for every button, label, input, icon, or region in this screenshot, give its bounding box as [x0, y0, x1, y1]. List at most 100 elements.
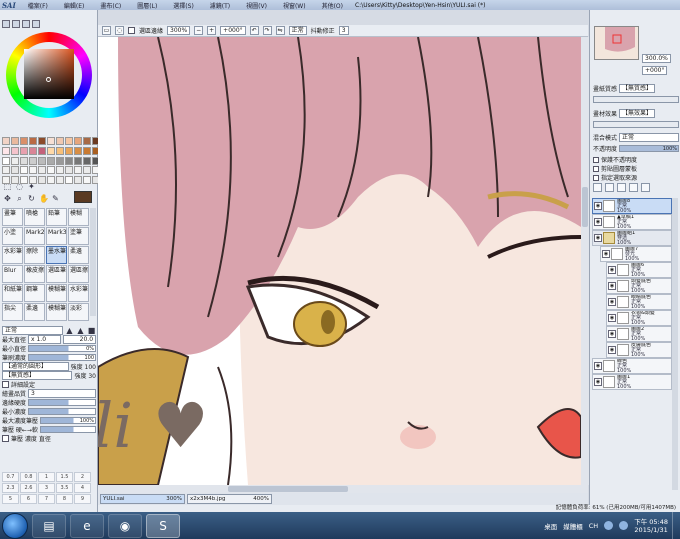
- brush-tool[interactable]: 選區筆: [46, 265, 67, 283]
- vertical-scroll-thumb[interactable]: [582, 187, 588, 227]
- brush-tool[interactable]: Blur: [2, 265, 23, 283]
- zoom-out-button[interactable]: −: [194, 26, 204, 35]
- paper-effect-slider[interactable]: [593, 121, 679, 128]
- color-swatch[interactable]: [11, 166, 19, 175]
- color-swatch[interactable]: [38, 146, 46, 155]
- visibility-eye-icon[interactable]: ◉: [594, 378, 602, 386]
- menu-item[interactable]: 畫布(C): [92, 1, 129, 10]
- brush-tool[interactable]: 塗筆: [68, 227, 89, 245]
- explorer-folder-icon[interactable]: ▤: [32, 513, 66, 538]
- brush-size-preset[interactable]: 0.7: [2, 472, 19, 482]
- layer-row[interactable]: ◉ ▲草稿1 正常 100%: [592, 214, 672, 230]
- layer-row[interactable]: ◉ 頭髮底色 正常 100%: [606, 278, 672, 294]
- brush-size-preset[interactable]: 1.5: [56, 472, 73, 482]
- tip-shape-icon-2[interactable]: ▲: [76, 326, 85, 335]
- saturation-value-box[interactable]: [24, 49, 74, 99]
- start-orb[interactable]: [2, 512, 28, 539]
- brush-size-preset[interactable]: 3.5: [56, 483, 73, 493]
- layer-row[interactable]: ◉ 圖層1 正常 100%: [592, 374, 672, 390]
- brush-scrollbar[interactable]: [90, 208, 96, 316]
- color-swatch[interactable]: [83, 146, 91, 155]
- nav-rotate-value[interactable]: +000°: [642, 66, 668, 75]
- pressure-density-checkbox[interactable]: [2, 435, 9, 442]
- brush-tool[interactable]: 模糊: [68, 208, 89, 226]
- menu-item[interactable]: 視窗(W): [275, 1, 314, 10]
- protect-alpha-checkbox[interactable]: [593, 156, 599, 163]
- brush-tool[interactable]: 模糊筆: [46, 303, 67, 321]
- color-swatch[interactable]: [38, 137, 46, 145]
- chrome-icon[interactable]: ◉: [108, 513, 142, 538]
- zoom-in-button[interactable]: +: [207, 26, 217, 35]
- layer-blend-select[interactable]: 正常: [619, 133, 679, 142]
- brush-tool[interactable]: 水彩筆: [2, 246, 23, 264]
- move-icon[interactable]: ✥: [3, 194, 12, 203]
- brush-tool[interactable]: 水彩筆: [68, 284, 89, 302]
- color-swatch[interactable]: [47, 176, 55, 185]
- brush-size-preset[interactable]: 3: [38, 483, 55, 493]
- menu-item[interactable]: 檔案(F): [20, 1, 56, 10]
- color-swatch[interactable]: [83, 156, 91, 165]
- color-swatch[interactable]: [20, 166, 28, 175]
- visibility-eye-icon[interactable]: ◉: [594, 362, 602, 370]
- color-swatch[interactable]: [74, 166, 82, 175]
- merge-down-icon[interactable]: [629, 183, 638, 192]
- brush-tool[interactable]: 小塗: [2, 227, 23, 245]
- hand-icon[interactable]: ✋: [39, 194, 49, 203]
- layer-scrollbar[interactable]: [672, 198, 678, 490]
- tip-shape-icon[interactable]: ▲: [65, 326, 74, 335]
- brush-tool[interactable]: 柔邊: [24, 303, 45, 321]
- brush-tool[interactable]: 柔邊: [68, 246, 89, 264]
- color-swatch[interactable]: [29, 166, 37, 175]
- layer-row[interactable]: ◉ 線色 正常 100%: [592, 358, 672, 374]
- color-swatch[interactable]: [20, 156, 28, 165]
- shape-strength[interactable]: 強度 100: [71, 362, 96, 371]
- document-tab[interactable]: YULI.sai 300%: [100, 494, 185, 504]
- color-swatch[interactable]: [20, 137, 28, 145]
- max-pressure-slider[interactable]: 100%: [40, 417, 96, 424]
- zoom-icon[interactable]: ⌕: [15, 194, 24, 203]
- color-swatch[interactable]: [47, 166, 55, 175]
- brush-blend-select[interactable]: 正常: [2, 326, 63, 335]
- new-linework-icon[interactable]: [605, 183, 614, 192]
- texture-strength[interactable]: 強度 30: [74, 371, 96, 380]
- color-swatch[interactable]: [65, 137, 73, 145]
- color-swatch[interactable]: [38, 166, 46, 175]
- brush-size-preset[interactable]: 8: [56, 494, 73, 504]
- color-swatch[interactable]: [47, 156, 55, 165]
- visibility-eye-icon[interactable]: ◉: [608, 346, 616, 354]
- color-swatch[interactable]: [65, 176, 73, 185]
- color-wheel[interactable]: [6, 32, 92, 118]
- brush-tool[interactable]: Mark3: [46, 227, 67, 245]
- color-swatch[interactable]: [2, 146, 10, 155]
- show-desktop-button[interactable]: [672, 512, 680, 539]
- canvas-horizontal-scrollbar[interactable]: [98, 485, 588, 493]
- max-size-value[interactable]: 20.0: [63, 335, 97, 344]
- paint-tool-sai-icon[interactable]: S: [146, 513, 180, 538]
- brush-tool[interactable]: 淡彩: [68, 303, 89, 321]
- brush-tool[interactable]: 鋼筆: [24, 284, 45, 302]
- shape-select[interactable]: 【通常的圓形】: [2, 362, 69, 371]
- flip-button[interactable]: ⇋: [275, 26, 285, 35]
- hsv-mode-icon[interactable]: [22, 20, 30, 28]
- brush-tool[interactable]: 指尖: [2, 303, 23, 321]
- wheel-mode-icon[interactable]: [2, 20, 10, 28]
- navigator-preview[interactable]: [594, 26, 639, 60]
- color-swatch[interactable]: [29, 137, 37, 145]
- paper-effect-select[interactable]: 【無效果】: [619, 109, 656, 118]
- deselect-button[interactable]: ◌: [115, 26, 124, 35]
- magic-wand-icon[interactable]: ✦: [27, 182, 36, 191]
- color-swatch[interactable]: [11, 146, 19, 155]
- color-swatch[interactable]: [2, 166, 10, 175]
- min-density-slider[interactable]: [28, 408, 96, 415]
- visibility-eye-icon[interactable]: ◉: [608, 330, 616, 338]
- opacity-slider[interactable]: 100%: [619, 145, 679, 152]
- menu-item[interactable]: 視圖(V): [238, 1, 275, 10]
- color-swatch[interactable]: [83, 166, 91, 175]
- layer-row[interactable]: ◉ 皮膚底色 正常 100%: [606, 342, 672, 358]
- new-layer-icon[interactable]: [593, 183, 602, 192]
- color-swatch[interactable]: [74, 156, 82, 165]
- layer-row[interactable]: ◉ 圖層7 發光 100%: [600, 246, 672, 262]
- color-swatch[interactable]: [29, 146, 37, 155]
- menu-item[interactable]: 編輯(E): [56, 1, 92, 10]
- layer-row[interactable]: ◉ 眼睛底色 正常 100%: [606, 294, 672, 310]
